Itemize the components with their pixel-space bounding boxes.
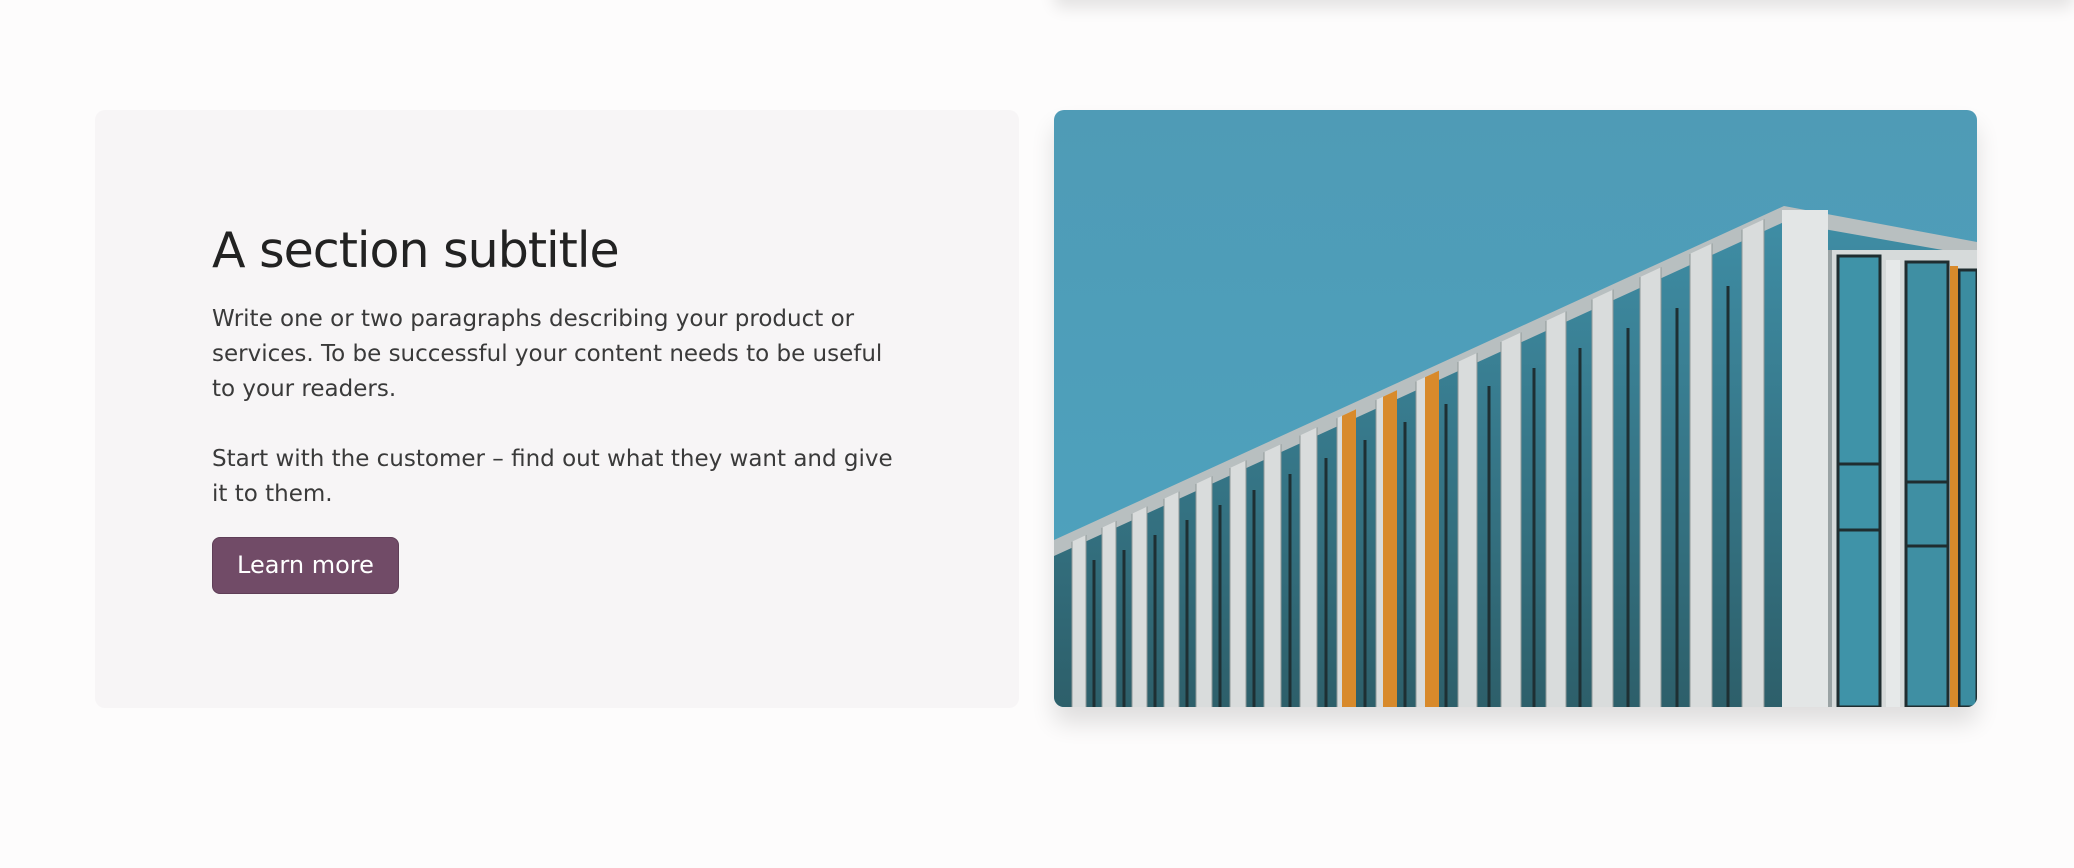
content-card: A section subtitle Write one or two para…: [95, 110, 1019, 708]
building-illustration: [1054, 110, 1977, 707]
description-paragraph-1: Write one or two paragraphs describing y…: [212, 306, 883, 402]
building-image: [1054, 110, 1977, 707]
learn-more-button[interactable]: Learn more: [212, 537, 399, 594]
description-paragraph-2: Start with the customer – find out what …: [212, 446, 893, 507]
building-corner: [1782, 210, 1828, 707]
section-title: A section subtitle: [212, 222, 620, 279]
content-text-block: A section subtitle Write one or two para…: [212, 222, 912, 594]
